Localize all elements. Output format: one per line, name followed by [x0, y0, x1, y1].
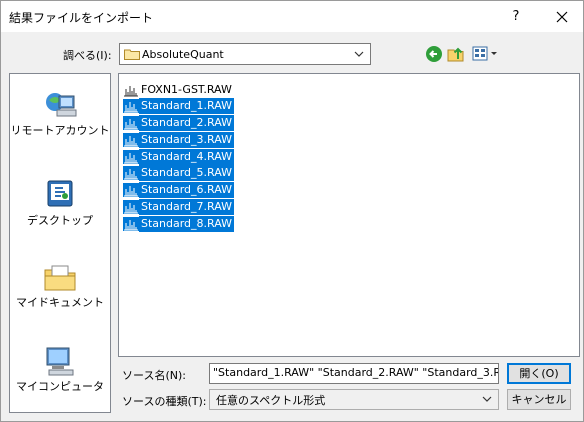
spectrum-file-icon [123, 99, 139, 113]
up-folder-icon[interactable] [447, 45, 465, 63]
remote-account-icon [46, 93, 77, 117]
spectrum-file-icon [124, 86, 138, 97]
my-documents-icon [44, 265, 76, 291]
places-bar: リモートアカウント デスクトップ マイドキュメント マイコンピュータ [9, 73, 111, 413]
desktop-icon [47, 180, 73, 207]
title-bar: 結果ファイルをインポート ? [1, 1, 583, 32]
open-button[interactable]: 開く(O) [507, 363, 571, 384]
spectrum-file-icon [123, 150, 139, 164]
view-menu-icon[interactable] [471, 45, 499, 63]
file-name: Standard_8.RAW [139, 216, 235, 232]
file-name: Standard_3.RAW [139, 132, 235, 148]
file-name: Standard_7.RAW [139, 199, 235, 215]
cancel-button[interactable]: キャンセル [507, 389, 571, 410]
file-name: Standard_2.RAW [139, 115, 235, 131]
place-label: マイコンピュータ [16, 380, 104, 393]
place-label: マイドキュメント [16, 296, 104, 309]
look-in-value: AbsoluteQuant [142, 48, 224, 61]
source-name-label: ソース名(N): [122, 369, 186, 382]
source-name-input[interactable]: "Standard_1.RAW" "Standard_2.RAW" "Stand… [209, 363, 499, 384]
help-button[interactable]: ? [501, 5, 531, 29]
place-desktop[interactable]: デスクトップ [10, 178, 110, 227]
spectrum-file-icon [123, 217, 139, 231]
spectrum-file-icon [123, 166, 139, 180]
source-type-label: ソースの種類(T): [122, 395, 207, 408]
file-name: Standard_6.RAW [139, 182, 235, 198]
chevron-down-icon [354, 51, 364, 57]
my-computer-icon [46, 347, 74, 376]
spectrum-file-icon [123, 200, 139, 214]
spectrum-file-icon [123, 116, 139, 130]
file-name: FOXN1-GST.RAW [141, 83, 232, 96]
source-type-combobox[interactable]: 任意のスペクトル形式 [209, 389, 499, 410]
spectrum-file-icon [123, 133, 139, 147]
close-button[interactable] [547, 5, 577, 29]
look-in-label: 調べる(I): [63, 49, 112, 62]
place-remote-account[interactable]: リモートアカウント [10, 88, 110, 137]
import-dialog: 結果ファイルをインポート ? 調べる(I): AbsoluteQuant リモー… [0, 0, 584, 422]
folder-icon [124, 49, 140, 60]
place-label: デスクトップ [27, 214, 93, 227]
place-my-computer[interactable]: マイコンピュータ [10, 344, 110, 393]
source-type-value: 任意のスペクトル形式 [216, 394, 326, 407]
dialog-title: 結果ファイルをインポート [9, 11, 154, 25]
file-list[interactable]: FOXN1-GST.RAW Standard_1.RAW Standard_2.… [118, 73, 580, 357]
file-name: Standard_4.RAW [139, 149, 235, 165]
file-name: Standard_5.RAW [139, 165, 235, 181]
close-icon [556, 11, 568, 23]
file-name: Standard_1.RAW [139, 98, 235, 114]
chevron-down-icon [482, 396, 492, 402]
place-label: リモートアカウント [10, 124, 110, 137]
place-my-documents[interactable]: マイドキュメント [10, 260, 110, 309]
spectrum-file-icon [123, 183, 139, 197]
back-icon[interactable] [425, 45, 443, 63]
look-in-combobox[interactable]: AbsoluteQuant [119, 43, 371, 65]
